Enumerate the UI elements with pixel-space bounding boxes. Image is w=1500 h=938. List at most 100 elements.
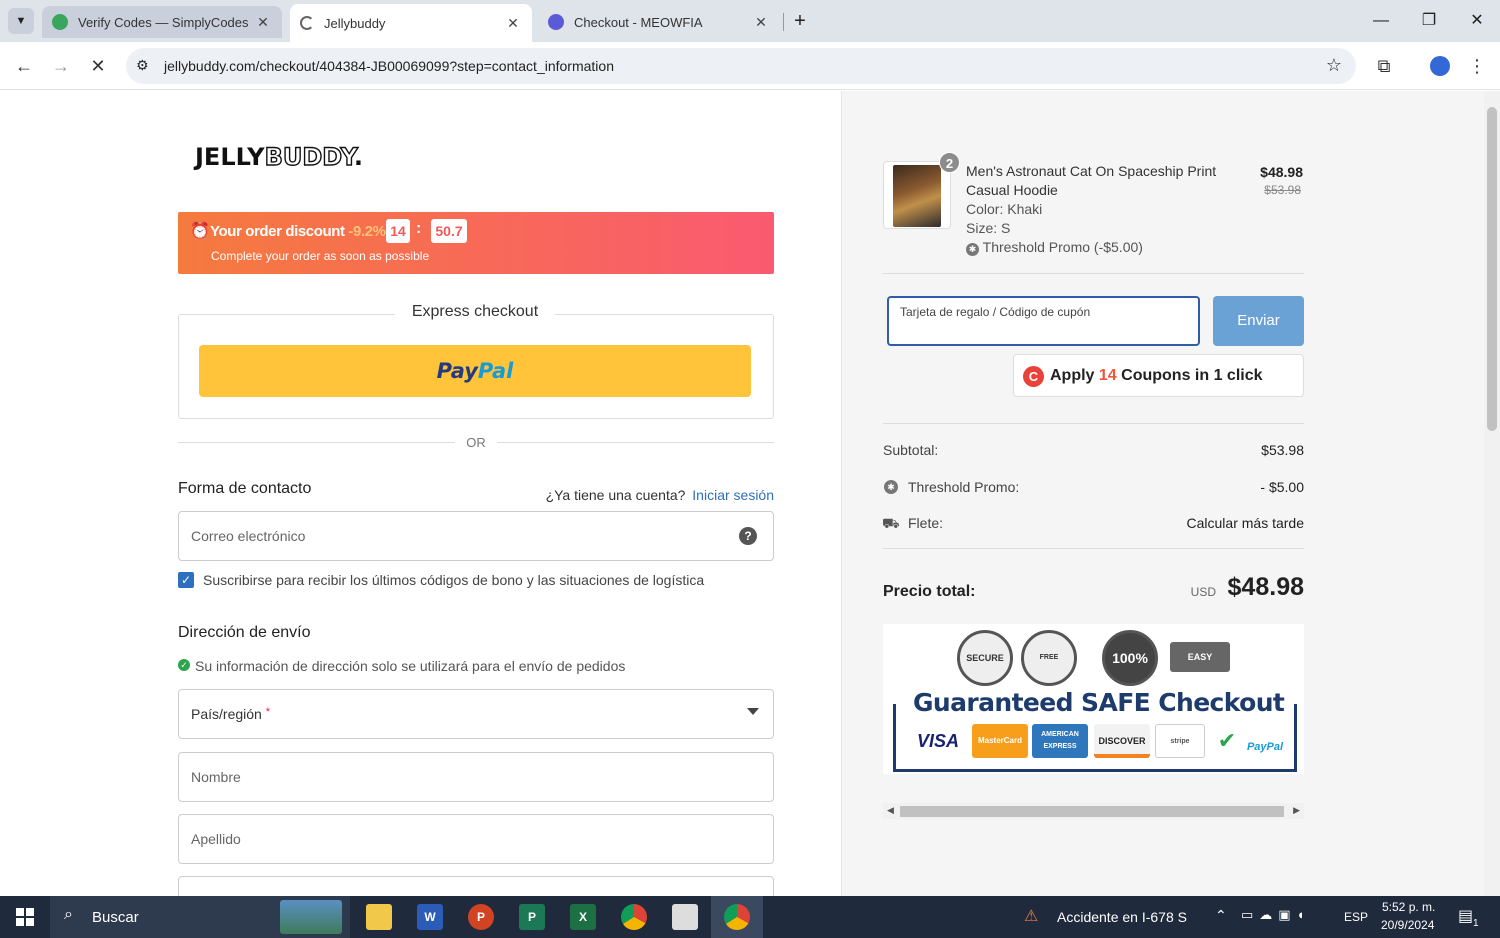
or-divider-left [178,442,455,443]
country-label-text: País/región [191,706,262,722]
windows-start-icon[interactable] [16,908,34,926]
vertical-scrollbar[interactable] [1484,91,1500,896]
close-icon[interactable]: ✕ [752,14,770,31]
apply-suffix: Coupons in 1 click [1121,367,1263,384]
tray-icons[interactable]: ▭☁▣◖ [1241,907,1310,923]
alarm-clock-icon: ⏰ [190,223,210,240]
account-question: ¿Ya tiene una cuenta? [545,487,686,503]
first-name-field[interactable]: Nombre [178,752,774,802]
chevron-down-icon [747,708,759,715]
tab-title: Jellybuddy [324,15,386,31]
countdown-separator: : [416,220,422,237]
extensions-icon[interactable]: ⧉ [1372,54,1396,78]
site-info-icon[interactable]: ⚙ [136,57,149,74]
next-address-field[interactable] [178,876,774,896]
close-icon[interactable]: ✕ [504,15,522,32]
scroll-left-icon[interactable]: ◀ [887,805,894,816]
forward-icon[interactable]: → [49,54,73,78]
coupon-divider [883,423,1304,424]
apply-coupons-text: Apply 14 Coupons in 1 click [1050,367,1263,385]
tab-jellybuddy[interactable]: Jellybuddy ✕ [290,4,532,42]
logo-dot: . [353,143,363,171]
project-icon[interactable]: P [519,904,545,930]
coupon-submit-button[interactable]: Enviar [1213,296,1304,346]
countdown-seconds: 50.7 [431,219,467,243]
promo-tag-icon: ✱ [966,243,979,256]
start-pane [16,908,24,916]
url-text[interactable]: jellybuddy.com/checkout/404384-JB0006909… [164,58,614,74]
file-explorer-icon[interactable] [366,904,392,930]
new-tab-button[interactable]: + [790,8,810,34]
powerpoint-icon[interactable]: P [468,904,494,930]
stop-loading-icon[interactable]: ✕ [86,54,110,78]
subtotal-label: Subtotal: [883,442,939,458]
excel-icon[interactable]: X [570,904,596,930]
restore-button[interactable]: ❐ [1406,8,1452,34]
tab-strip: ▼ Verify Codes — SimplyCodes ✕ Jellybudd… [0,0,1500,42]
language-indicator[interactable]: ESP [1344,910,1368,924]
or-divider-right [497,442,774,443]
free-shipping-seal: FREE SHIPPING [1021,630,1077,711]
clock-date[interactable]: 20/9/2024 [1381,918,1434,932]
paypal-button[interactable]: PayPal [199,345,751,397]
tab-meowfia[interactable]: Checkout - MEOWFIA ✕ [538,6,780,38]
total-currency: USD [1190,585,1216,599]
promo-text: Threshold Promo (-$5.00) [982,239,1143,255]
email-field[interactable]: Correo electrónico ? [178,511,774,561]
horizontal-scroll-thumb[interactable] [900,806,1284,817]
clock-time[interactable]: 5:52 p. m. [1382,900,1435,914]
bookmark-star-icon[interactable]: ☆ [1326,55,1342,76]
stripe-lock-logo: stripe [1155,724,1205,758]
discover-logo: DISCOVER [1094,724,1150,758]
promo-tag-icon: ✱ [884,480,898,494]
horizontal-scrollbar[interactable]: ◀ ▶ [883,803,1304,819]
lighthouse-highlight-icon [280,900,342,934]
news-ticker[interactable]: Accidente en I-678 S [1057,909,1187,925]
discount-title: Your order discount -9.2% [210,223,386,240]
jellybuddy-logo[interactable]: JELLYBUDDY. [195,142,363,171]
login-link[interactable]: Iniciar sesión [692,487,774,503]
product-promo: ✱ Threshold Promo (-$5.00) [966,239,1143,256]
apply-prefix: Apply [1050,367,1095,384]
subscribe-checkbox[interactable]: ✓ [178,572,194,588]
visa-logo: VISA [916,731,959,751]
guaranteed-headline: Guaranteed SAFE Checkout [909,688,1289,717]
simplycodes-icon [52,14,68,30]
help-icon[interactable]: ? [739,527,757,545]
scroll-right-icon[interactable]: ▶ [1293,805,1300,816]
browser-toolbar: ← → ✕ ⚙ jellybuddy.com/checkout/404384-J… [0,42,1500,90]
mastercard-logo: MasterCard [972,724,1028,758]
back-icon[interactable]: ← [12,54,36,78]
apply-coupons-button[interactable]: C Apply 14 Coupons in 1 click [1013,354,1304,397]
discount-percent: -9.2% [348,223,386,240]
notification-icon[interactable]: ▤ [1458,906,1473,926]
tray-chevron-icon[interactable]: ⌃ [1215,907,1227,924]
total-label: Precio total: [883,583,976,600]
minimize-button[interactable]: — [1358,8,1404,34]
tab-search-dropdown[interactable]: ▼ [8,8,34,34]
word-icon[interactable]: W [417,904,443,930]
product-color: Color: Khaki [966,201,1043,217]
close-window-button[interactable]: ✕ [1454,8,1500,34]
chrome-icon[interactable] [621,904,647,930]
coupon-input[interactable]: Tarjeta de regalo / Código de cupón [887,296,1200,346]
chrome-profile-icon[interactable] [724,904,750,930]
shipping-value: Calcular más tarde [1186,515,1305,531]
last-name-field[interactable]: Apellido [178,814,774,864]
tab-simplycodes[interactable]: Verify Codes — SimplyCodes ✕ [42,6,282,38]
discount-subtitle: Complete your order as soon as possible [211,249,430,263]
profile-avatar[interactable] [1430,56,1450,76]
apply-count: 14 [1098,367,1117,384]
close-icon[interactable]: ✕ [254,14,272,31]
menu-icon[interactable]: ⋮ [1465,54,1489,78]
paypal-text-2: Pal [477,359,514,383]
country-select[interactable]: País/región * [178,689,774,739]
vertical-scroll-thumb[interactable] [1487,107,1497,431]
taskbar-search[interactable]: ⌕ Buscar [50,896,350,938]
contact-title: Forma de contacto [178,480,312,497]
shipping-title: Dirección de envío [178,624,311,641]
roblox-icon[interactable] [672,904,698,930]
address-bar[interactable]: ⚙ jellybuddy.com/checkout/404384-JB00069… [126,48,1356,84]
first-name-placeholder: Nombre [191,769,241,785]
discount-banner: ⏰ Your order discount -9.2% 14 : 50.7 Co… [178,212,774,274]
